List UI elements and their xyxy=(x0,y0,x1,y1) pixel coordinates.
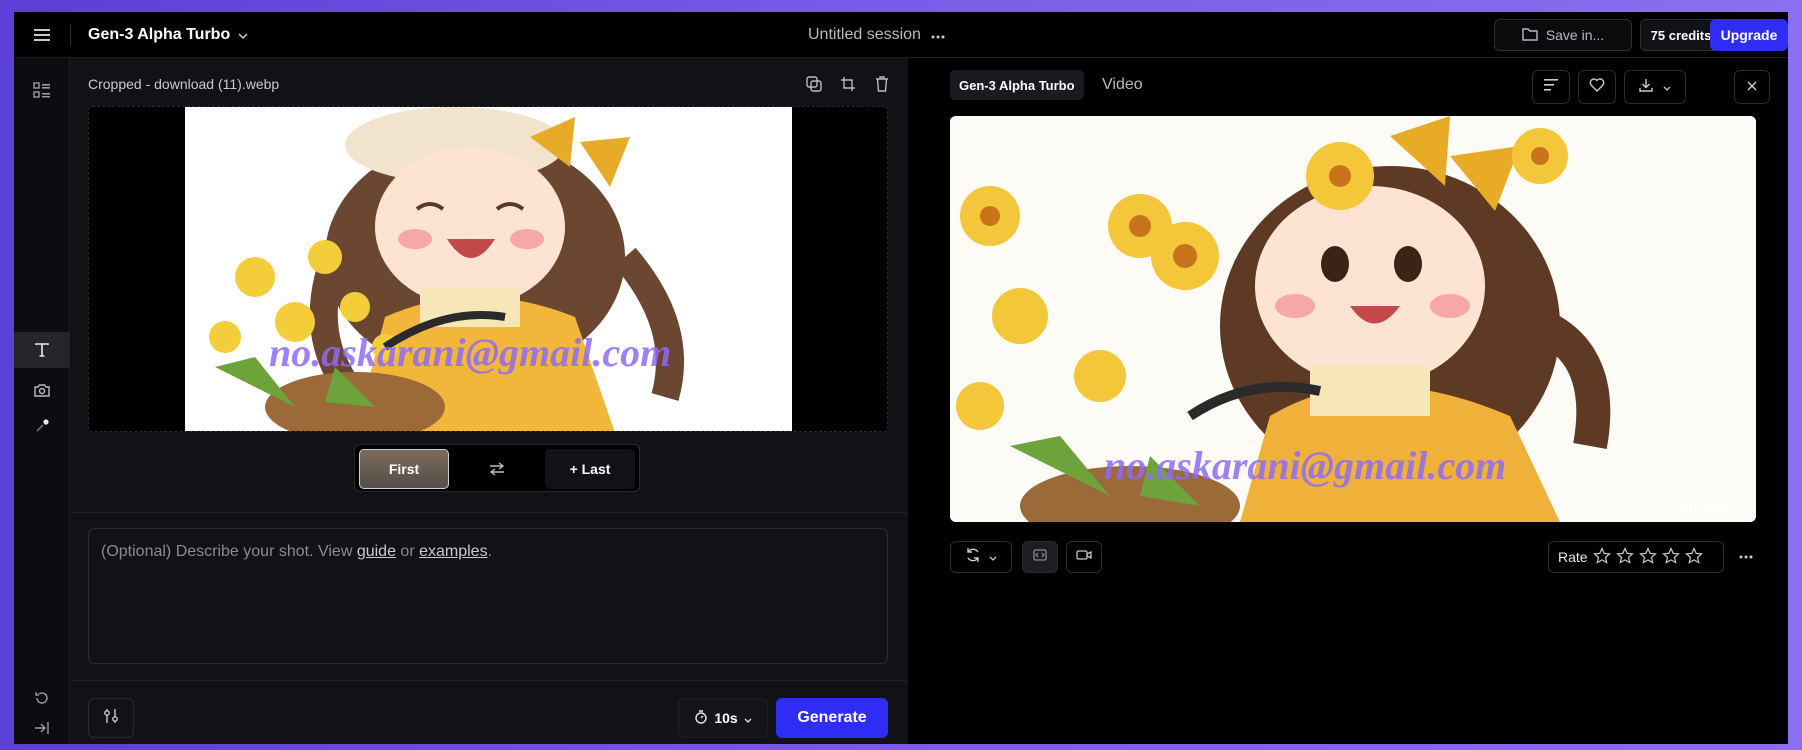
prompt-placeholder-prefix: (Optional) Describe your shot. View xyxy=(101,543,357,560)
camera-control-button[interactable] xyxy=(1066,541,1102,573)
download-button[interactable] xyxy=(1624,70,1686,104)
regenerate-button[interactable] xyxy=(950,541,1012,573)
file-name: Cropped - download (11).webp xyxy=(88,76,280,92)
upgrade-label: Upgrade xyxy=(1720,27,1778,43)
rate-label: Rate xyxy=(1558,549,1588,565)
star-icon[interactable] xyxy=(1661,546,1680,568)
ellipsis-icon[interactable] xyxy=(931,26,945,44)
generate-label: Generate xyxy=(797,709,867,726)
input-panel: Cropped - download (11).webp no.askarani… xyxy=(70,58,908,744)
crop-icon[interactable] xyxy=(838,74,858,94)
heart-icon xyxy=(1589,77,1605,97)
sliders-icon xyxy=(103,708,119,729)
favorite-button[interactable] xyxy=(1578,70,1616,104)
refresh-icon xyxy=(965,547,981,568)
last-label: + Last xyxy=(569,461,611,477)
chevron-down-icon[interactable] xyxy=(989,548,997,566)
expand-button[interactable] xyxy=(1022,541,1058,573)
save-in-label: Save in... xyxy=(1545,27,1605,43)
output-type-label: Video xyxy=(1102,76,1143,93)
chevron-down-icon[interactable] xyxy=(1663,78,1671,96)
output-model-label: Gen-3 Alpha Turbo xyxy=(959,77,1075,93)
star-icon[interactable] xyxy=(1615,546,1634,568)
star-icon[interactable] xyxy=(1638,546,1657,568)
brush-icon[interactable] xyxy=(14,408,70,444)
camera-icon[interactable] xyxy=(14,372,70,408)
prompt-placeholder-suffix: . xyxy=(487,543,493,560)
chevron-down-icon xyxy=(744,710,752,726)
session-title[interactable]: Untitled session xyxy=(808,23,945,47)
file-tools xyxy=(804,74,892,94)
model-name: Gen-3 Alpha Turbo xyxy=(88,26,231,43)
swap-icon[interactable] xyxy=(485,457,509,481)
first-label: First xyxy=(388,461,420,477)
output-type-tag: Video xyxy=(1102,70,1143,100)
close-icon xyxy=(1747,78,1757,96)
prompt-input[interactable]: (Optional) Describe your shot. View guid… xyxy=(88,528,888,664)
collapse-icon[interactable] xyxy=(14,710,70,744)
align-icon xyxy=(1544,78,1558,96)
duration-label: 10s xyxy=(714,710,738,726)
video-corner-text: runway xyxy=(1678,500,1731,517)
rate-widget: Rate xyxy=(1548,541,1724,573)
output-panel: Gen-3 Alpha Turbo Video no.askarani@gmai… xyxy=(908,58,1788,744)
generate-button[interactable]: Generate xyxy=(776,698,888,738)
upgrade-button[interactable]: Upgrade xyxy=(1710,19,1788,51)
menu-icon[interactable] xyxy=(30,23,54,47)
star-icon[interactable] xyxy=(1592,546,1611,568)
watermark-text: no.askarani@gmail.com xyxy=(269,330,672,375)
expand-icon xyxy=(1033,548,1047,566)
close-button[interactable] xyxy=(1734,70,1770,104)
assets-icon[interactable] xyxy=(14,72,70,108)
first-last-toggle: First + Last xyxy=(354,444,640,492)
input-image-frame[interactable]: no.askarani@gmail.com xyxy=(88,106,888,432)
watermark-text: no.askarani@gmail.com xyxy=(1104,443,1507,488)
download-icon xyxy=(1639,78,1653,97)
timer-icon xyxy=(694,709,708,727)
first-frame-button[interactable]: First xyxy=(359,449,449,489)
duplicate-icon[interactable] xyxy=(804,74,824,94)
chevron-down-icon xyxy=(238,26,248,44)
duration-selector[interactable]: 10s xyxy=(678,698,768,738)
output-model-tag: Gen-3 Alpha Turbo xyxy=(950,70,1084,100)
star-icon[interactable] xyxy=(1684,546,1703,568)
save-in-button[interactable]: Save in... xyxy=(1494,19,1632,51)
top-bar: Gen-3 Alpha Turbo Untitled session Save … xyxy=(14,12,1788,58)
last-frame-button[interactable]: + Last xyxy=(545,449,635,489)
video-camera-icon xyxy=(1076,548,1092,566)
guide-link[interactable]: guide xyxy=(357,543,396,560)
app-window: Gen-3 Alpha Turbo Untitled session Save … xyxy=(14,12,1788,744)
examples-link[interactable]: examples xyxy=(419,543,487,560)
prompt-placeholder-middle: or xyxy=(395,543,420,560)
settings-button[interactable] xyxy=(88,698,134,738)
credits-label: 75 credits xyxy=(1650,27,1712,43)
left-rail xyxy=(14,58,70,744)
divider xyxy=(70,512,908,513)
align-button[interactable] xyxy=(1532,70,1570,104)
text-icon[interactable] xyxy=(14,332,70,368)
input-image xyxy=(185,107,792,431)
trash-icon[interactable] xyxy=(872,74,892,94)
session-title-text: Untitled session xyxy=(808,26,921,43)
model-selector[interactable]: Gen-3 Alpha Turbo xyxy=(88,23,248,47)
ellipsis-icon[interactable] xyxy=(1734,545,1758,569)
folder-icon xyxy=(1522,27,1538,44)
output-video[interactable]: no.askarani@gmail.com runway xyxy=(950,116,1756,522)
divider xyxy=(70,680,908,681)
divider xyxy=(70,24,71,46)
